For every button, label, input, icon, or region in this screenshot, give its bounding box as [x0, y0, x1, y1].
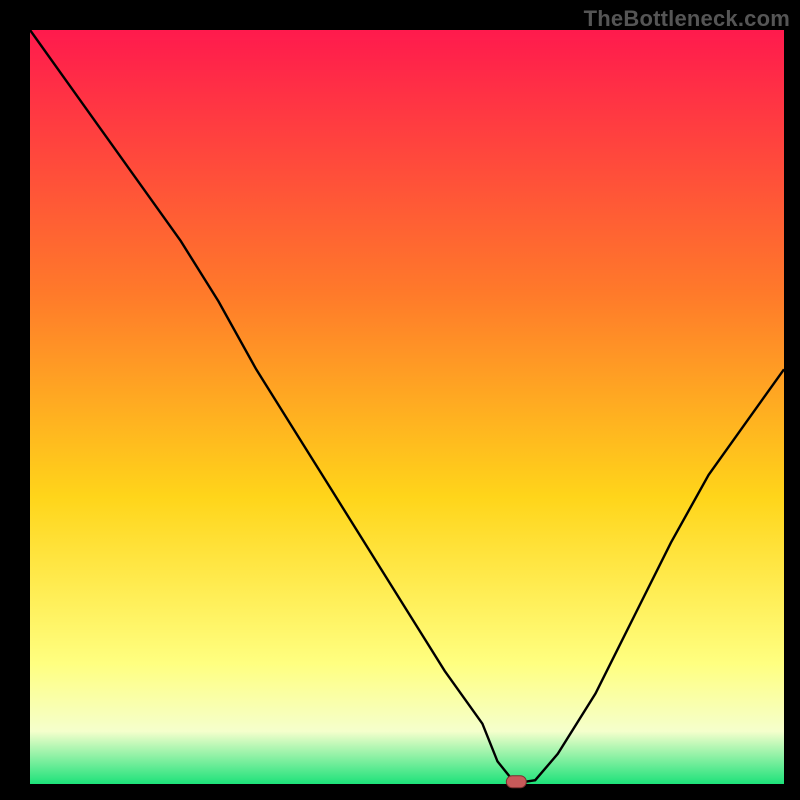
- bottleneck-chart: [0, 0, 800, 800]
- plot-background-gradient: [30, 30, 784, 784]
- chart-frame: TheBottleneck.com: [0, 0, 800, 800]
- watermark-text: TheBottleneck.com: [584, 6, 790, 32]
- optimum-marker: [506, 776, 526, 788]
